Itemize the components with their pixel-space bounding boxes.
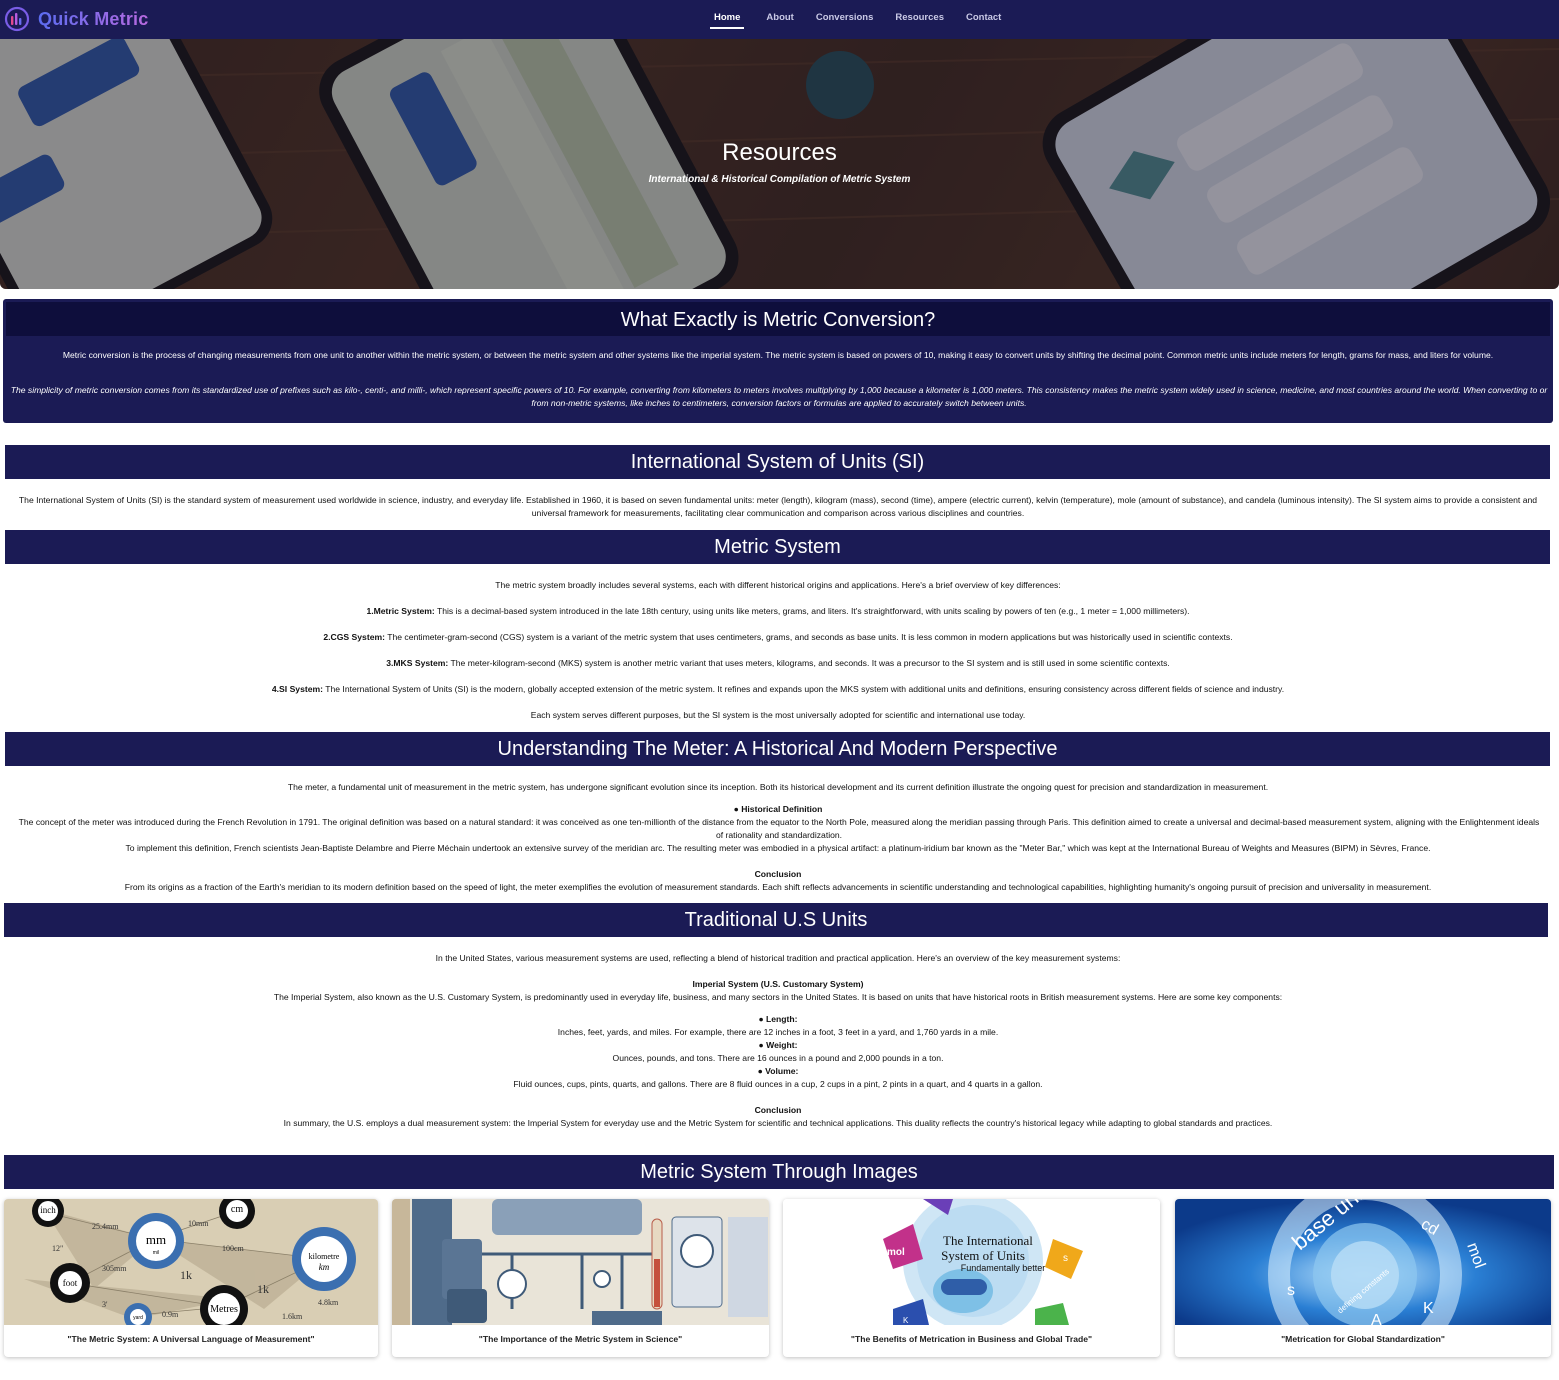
gallery-caption-1: "The Metric System: A Universal Language… [67, 1334, 315, 1344]
img1-yard: yard [133, 1315, 143, 1321]
img3-mol: mol [887, 1247, 905, 1258]
si-text: The International System of Units (SI) i… [18, 495, 1538, 518]
metric-item-3-label: 3.MKS System: [386, 658, 449, 668]
metric-item-4-label: 4.SI System: [271, 684, 323, 694]
img1-mil: mil [153, 1250, 159, 1256]
metric-item-3-text: The meter-kilogram-second (MKS) system i… [448, 658, 1170, 668]
us-intro: In the United States, various measuremen… [435, 953, 1121, 963]
img3-s: s [1063, 1253, 1068, 1264]
us-heading: Traditional U.S Units [4, 903, 1548, 937]
us-conclusion: In summary, the U.S. employs a dual meas… [283, 1118, 1273, 1128]
gallery-card-2[interactable]: "The Importance of the Metric System in … [392, 1199, 769, 1357]
hero-title: Resources [722, 139, 837, 166]
us-weight-text: Ounces, pounds, and tons. There are 16 o… [612, 1053, 944, 1063]
intro-paragraph-1: Metric conversion is the process of chan… [62, 350, 1494, 360]
brand-logo-icon [4, 6, 30, 32]
img1-val-1k-b: 1k [257, 1282, 269, 1296]
metric-intro: The metric system broadly includes sever… [495, 580, 1061, 590]
nav-link-resources[interactable]: Resources [895, 12, 944, 29]
img1-foot: foot [63, 1278, 78, 1288]
hero-banner: Resources International & Historical Com… [0, 39, 1559, 289]
metric-item-4: 4.SI System: The International System of… [8, 683, 1548, 696]
img3-title-2: System of Units [941, 1248, 1025, 1263]
us-conclusion-label: Conclusion [754, 1105, 802, 1115]
us-imperial-text: The Imperial System, also known as the U… [273, 992, 1283, 1002]
metric-item-2-text: The centimeter-gram-second (CGS) system … [384, 632, 1233, 642]
us-length-label: ● Length: [758, 1014, 798, 1024]
metric-item-1-text: This is a decimal-based system introduce… [434, 606, 1190, 616]
gallery-image-4: base units cd mol s A K defining constan… [1175, 1199, 1551, 1325]
us-weight-label: ● Weight: [758, 1040, 798, 1050]
us-volume-label: ● Volume: [757, 1066, 799, 1076]
brand[interactable]: Quick Metric [4, 6, 148, 32]
metric-item-2-label: 2.CGS System: [323, 632, 385, 642]
intro-section: What Exactly is Metric Conversion? Metri… [3, 299, 1553, 423]
metric-heading: Metric System [5, 530, 1550, 564]
metric-item-1: 1.Metric System: This is a decimal-based… [8, 605, 1548, 618]
intro-paragraph-2: The simplicity of metric conversion come… [10, 385, 1548, 408]
img1-kilometre: kilometre [309, 1252, 340, 1261]
metric-item-2: 2.CGS System: The centimeter-gram-second… [8, 631, 1548, 644]
img1-val-3: 3' [102, 1300, 108, 1309]
img1-val-48km: 4.8km [318, 1298, 339, 1307]
si-heading: International System of Units (SI) [5, 445, 1550, 479]
img1-val-10mm: 10mm [188, 1219, 209, 1228]
us-imperial-label: Imperial System (U.S. Customary System) [692, 979, 864, 989]
gallery-image-1: inch cm mm mil foot kilometre km Metres … [4, 1199, 378, 1325]
img1-val-1k-a: 1k [180, 1268, 192, 1282]
img3-title-3: Fundamentally better [961, 1263, 1046, 1273]
gallery-heading: Metric System Through Images [4, 1155, 1554, 1189]
nav-link-about[interactable]: About [766, 12, 793, 29]
intro-heading: What Exactly is Metric Conversion? [6, 302, 1550, 336]
us-length-text: Inches, feet, yards, and miles. For exam… [557, 1027, 999, 1037]
img1-inch: inch [40, 1205, 56, 1215]
us-volume-text: Fluid ounces, cups, pints, quarts, and g… [513, 1079, 1043, 1089]
brand-name: Quick Metric [38, 8, 149, 29]
nav-links: Home About Conversions Resources Contact [700, 12, 1023, 29]
img4-a: A [1371, 1312, 1382, 1325]
metric-item-4-text: The International System of Units (SI) i… [323, 684, 1285, 694]
nav-link-conversions[interactable]: Conversions [816, 12, 874, 29]
img1-val-25mm: 25.4mm [92, 1222, 119, 1231]
meter-conclusion-label: Conclusion [754, 869, 802, 879]
img1-metres: Metres [210, 1304, 238, 1315]
meter-conclusion: From its origins as a fraction of the Ea… [124, 882, 1432, 892]
img1-mm: mm [146, 1232, 166, 1247]
img3-k: K [903, 1316, 909, 1325]
gallery-card-1[interactable]: inch cm mm mil foot kilometre km Metres … [4, 1199, 378, 1357]
meter-intro: The meter, a fundamental unit of measure… [287, 782, 1269, 792]
gallery-caption-3: "The Benefits of Metrication in Business… [850, 1334, 1093, 1344]
gallery-image-3: mol s K The International System of Unit… [783, 1199, 1160, 1325]
metric-item-3: 3.MKS System: The meter-kilogram-second … [8, 657, 1548, 670]
gallery-card-4[interactable]: base units cd mol s A K defining constan… [1175, 1199, 1551, 1357]
meter-historical-paragraph-2: To implement this definition, French sci… [125, 843, 1431, 853]
top-navbar: Quick Metric Home About Conversions Reso… [0, 0, 1559, 39]
meter-historical-paragraph-1: The concept of the meter was introduced … [18, 817, 1540, 840]
img1-val-16km: 1.6km [282, 1312, 303, 1321]
hero-subtitle: International & Historical Compilation o… [648, 174, 911, 185]
metric-item-1-label: 1.Metric System: [366, 606, 435, 616]
metric-outro: Each system serves different purposes, b… [530, 710, 1026, 720]
nav-link-home[interactable]: Home [710, 12, 745, 29]
gallery-caption-2: "The Importance of the Metric System in … [478, 1334, 683, 1344]
img4-s: s [1287, 1282, 1295, 1299]
img1-cm: cm [231, 1204, 243, 1215]
img3-title-1: The International [943, 1233, 1033, 1248]
gallery-image-2 [392, 1199, 769, 1325]
img1-val-12: 12" [52, 1244, 63, 1253]
meter-heading: Understanding The Meter: A Historical An… [5, 732, 1550, 766]
img1-val-09m: 0.9m [162, 1310, 179, 1319]
img1-km: km [319, 1262, 330, 1272]
gallery-caption-4: "Metrication for Global Standardization" [1281, 1334, 1445, 1344]
meter-historical-label: ● Historical Definition [733, 804, 823, 814]
nav-link-contact[interactable]: Contact [966, 12, 1001, 29]
img1-val-100cm: 100cm [222, 1244, 245, 1253]
img4-k: K [1423, 1300, 1434, 1317]
gallery-card-3[interactable]: mol s K The International System of Unit… [783, 1199, 1160, 1357]
img1-val-305mm: 305mm [102, 1264, 127, 1273]
